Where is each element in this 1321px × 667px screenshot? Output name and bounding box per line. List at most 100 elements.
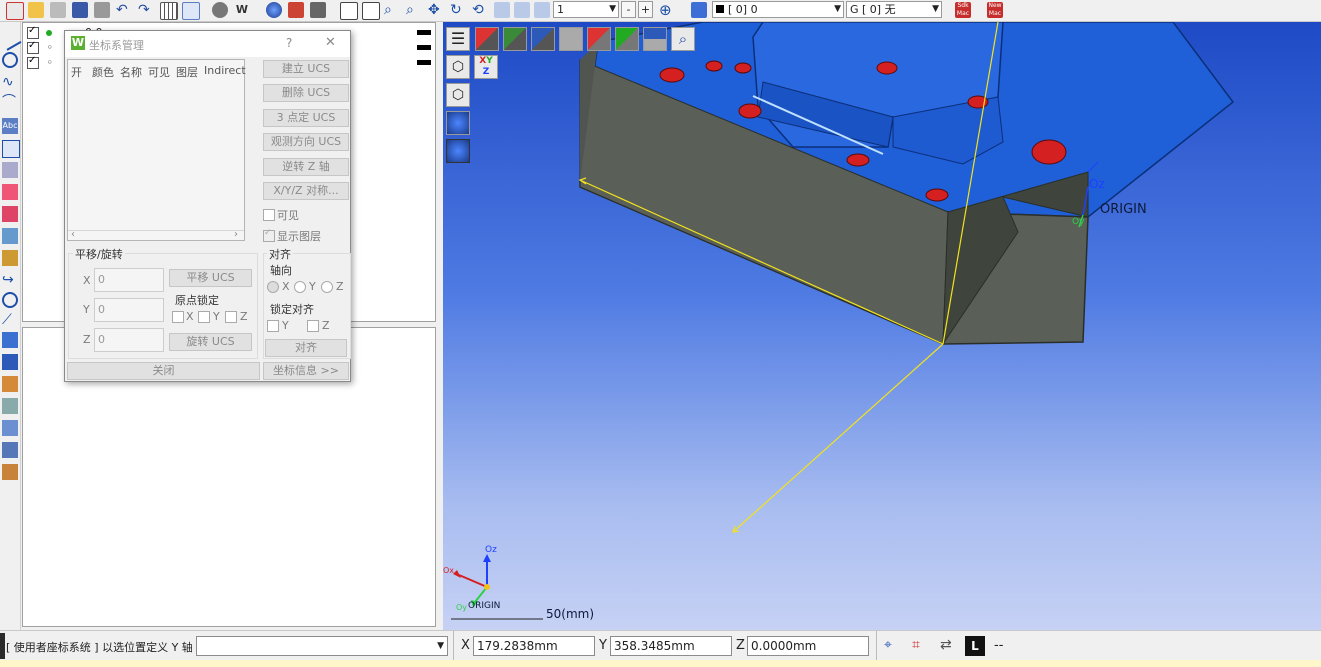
move-ucs-button[interactable]: 平移 UCS [169,269,252,287]
spline-tool-icon[interactable]: ⌒ [2,94,18,110]
column-header-layer[interactable]: 图层 [176,64,198,80]
fit-icon[interactable] [494,2,510,18]
view-blue-icon[interactable] [531,27,555,51]
lock-z-checkbox[interactable] [225,311,237,323]
polyline-tool-icon[interactable]: ⟋ [2,312,18,328]
x-coord-field[interactable]: 179.2838mm [473,636,595,656]
scroll-left-icon[interactable]: ‹ [71,229,75,240]
panel-toggle-icon[interactable] [182,2,200,20]
tree-row-checkbox[interactable] [27,55,39,69]
snap-icon[interactable] [534,2,550,18]
dialog-titlebar[interactable]: W 坐标系管理 ? ✕ [65,31,350,57]
view-front-icon[interactable] [587,27,611,51]
tree-row-checkbox[interactable] [27,40,39,54]
zoom-icon[interactable]: ⌕ [406,2,422,18]
snap-cursor-icon[interactable]: ⌖ [884,637,902,655]
x-input[interactable]: 0 [94,268,164,292]
layer-lock-button[interactable]: L [965,636,985,656]
open-folder-icon[interactable] [28,2,44,18]
text-tool-icon[interactable]: Abc [2,118,18,134]
surface-tool-icon[interactable] [2,184,18,200]
coordinate-info-button[interactable]: 坐标信息 >> [263,362,349,380]
crosshair-icon[interactable]: ⊕ [659,2,675,18]
w-tool-icon[interactable]: W [234,2,250,18]
window2-icon[interactable] [362,2,380,20]
orbit-icon[interactable]: ⟲ [472,2,488,18]
zoom-plus-button[interactable]: + [638,1,653,18]
z-input[interactable]: 0 [94,328,164,352]
zoom-window-icon[interactable]: ⌕ [384,2,400,18]
outline-cube-icon[interactable]: ⬡ [446,83,470,107]
view-side-icon[interactable] [615,27,639,51]
zoom-level-select[interactable]: 1 ▼ [553,1,619,18]
help-button[interactable]: ? [286,36,292,50]
analyze-tool-icon[interactable] [2,398,18,414]
new-mac-icon[interactable]: New Mac [987,2,1003,18]
command-input[interactable]: ▼ [196,636,448,656]
blend-tool-icon[interactable] [2,228,18,244]
redo-icon[interactable]: ↷ [138,2,154,18]
column-header-indirect[interactable]: Indirect [204,64,246,77]
lock-align-z-checkbox[interactable] [307,320,319,332]
transform-tool-icon[interactable] [2,332,18,348]
hand-tool-icon[interactable] [2,464,18,480]
build-ucs-button[interactable]: 建立 UCS [263,60,349,78]
column-header-name[interactable]: 名称 [120,64,142,80]
database-tool-icon[interactable] [2,442,18,458]
circle-tool-icon[interactable] [2,52,18,68]
z-coord-field[interactable]: 0.0000mm [747,636,869,656]
view-direction-ucs-button[interactable]: 观测方向 UCS [263,133,349,151]
ellipse-tool-icon[interactable] [2,292,18,308]
dimension-tool-icon[interactable] [2,140,20,158]
group-select[interactable]: G [ 0] 无 ▼ [846,1,942,18]
cube-icon[interactable] [288,2,304,18]
edit-tool-icon[interactable] [2,376,18,392]
sphere-icon[interactable] [266,2,282,18]
layer-tool-icon[interactable] [2,420,18,436]
reverse-z-axis-button[interactable]: 逆转 Z 轴 [263,158,349,176]
save-icon[interactable] [72,2,88,18]
y-input[interactable]: 0 [94,298,164,322]
curve-tool-icon[interactable]: ∿ [2,74,18,90]
rotate-ucs-button[interactable]: 旋转 UCS [169,333,252,351]
xyz-symmetry-button[interactable]: X/Y/Z 对称... [263,182,349,200]
model-canvas[interactable] [443,22,1321,630]
align-button[interactable]: 对齐 [265,339,347,357]
column-header-on[interactable]: 开 [71,64,82,80]
line-tool-icon[interactable] [0,27,22,51]
view-top-icon[interactable] [643,27,667,51]
view-iso-icon[interactable] [559,27,583,51]
axis-xy-icon[interactable]: XY Z [474,55,498,79]
properties-icon[interactable] [50,2,66,18]
shaded-edges-cube-icon[interactable] [446,139,470,163]
surface2-tool-icon[interactable] [2,206,18,222]
delete-ucs-button[interactable]: 删除 UCS [263,84,349,102]
rotate-view-icon[interactable]: ↻ [450,2,466,18]
view-zoom-icon[interactable]: ⌕ [671,27,695,51]
dialog-close-button[interactable]: 关闭 [67,362,260,380]
column-header-visible[interactable]: 可见 [148,64,170,80]
solid-tool-icon[interactable] [2,250,18,266]
show-layer-checkbox[interactable]: ✓ [263,228,275,242]
horizontal-scrollbar[interactable]: ‹ › [68,229,244,241]
snap-link-icon[interactable]: ⇄ [940,637,958,655]
three-point-ucs-button[interactable]: 3 点定 UCS [263,109,349,127]
lock-x-checkbox[interactable] [172,311,184,323]
lock-align-y-checkbox[interactable] [267,320,279,332]
menu-icon[interactable]: ☰ [446,27,470,51]
layers-icon[interactable] [691,2,707,18]
grid-icon[interactable] [160,2,178,20]
3d-viewport[interactable]: Oz ORIGIN Oy Oz Ox Oy ORIGIN 50(mm) ☰ ⌕ … [443,22,1321,630]
y-coord-field[interactable]: 358.3485mm [610,636,732,656]
new-file-icon[interactable] [6,2,24,20]
tree-row-checkbox[interactable] [27,25,39,39]
scroll-right-icon[interactable]: › [234,229,238,240]
undo-icon[interactable]: ↶ [116,2,132,18]
camera-icon[interactable] [310,2,326,18]
axis-y-radio[interactable] [294,281,306,293]
sdk-mac-icon[interactable]: Sdk Mac [955,2,971,18]
axis-x-radio[interactable] [267,281,279,293]
close-icon[interactable]: ✕ [325,35,336,50]
hatch-tool-icon[interactable] [2,162,18,178]
view-shaded-icon[interactable] [475,27,499,51]
